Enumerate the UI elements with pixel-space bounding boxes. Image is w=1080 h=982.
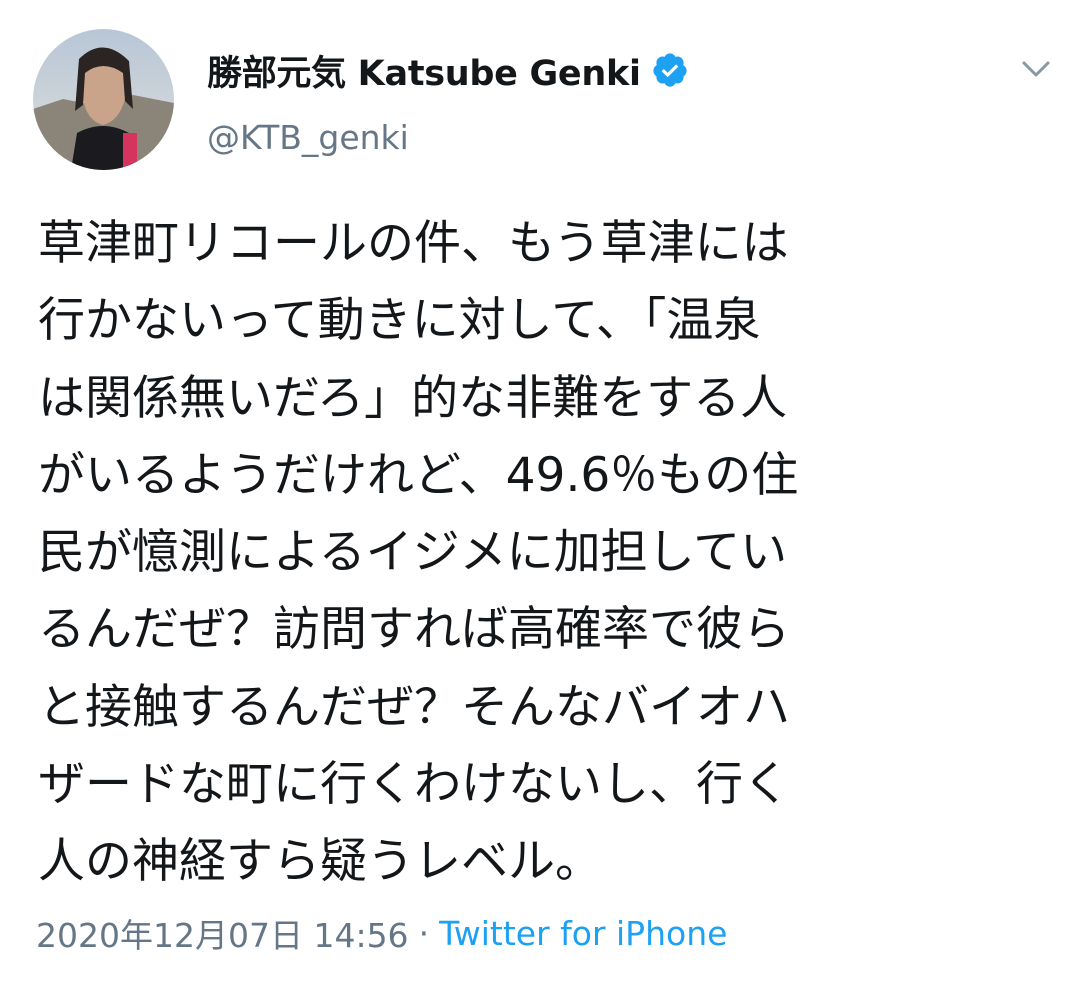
tweet-text-line: ザードな町に行くわけないし、行く (38, 757, 790, 813)
chevron-down-icon[interactable] (1019, 55, 1053, 83)
tweet-card: 勝部元気 Katsube Genki @KTB_genki 草津町リコールの件、… (0, 0, 1080, 982)
avatar-photo (33, 29, 174, 170)
meta-separator: · (418, 913, 430, 953)
tweet-text-line: がいるようだけれど、49.6％もの住 (38, 447, 799, 503)
tweet-text-line: と接触するんだぜ？そんなバイオハ (38, 679, 790, 735)
tweet-text-line: るんだぜ？訪問すれば高確率で彼ら (38, 602, 790, 658)
display-name[interactable]: 勝部元気 Katsube Genki (207, 45, 641, 96)
tweet-text-line: 民が憶測によるイジメに加担してい (38, 525, 788, 581)
author-block: 勝部元気 Katsube Genki @KTB_genki (207, 44, 689, 157)
handle[interactable]: @KTB_genki (207, 118, 689, 157)
source-link[interactable]: Twitter for iPhone (439, 914, 727, 953)
tweet-text: 草津町リコールの件、もう草津には 行かないって動きに対して、「温泉 は関係無いだ… (38, 205, 1048, 901)
tweet-text-line: 行かないって動きに対して、「温泉 (38, 293, 761, 349)
tweet-text-line: 草津町リコールの件、もう草津には (38, 216, 789, 271)
verified-badge-icon (651, 51, 689, 89)
name-row: 勝部元気 Katsube Genki (207, 44, 689, 96)
tweet-text-line: 人の神経すら疑うレベル。 (38, 834, 602, 890)
tweet-text-line: は関係無いだろ」的な非難をする人 (38, 370, 788, 426)
tweet-meta: 2020年12月07日 14:56 · Twitter for iPhone (36, 909, 727, 957)
avatar[interactable] (33, 29, 174, 170)
timestamp[interactable]: 2020年12月07日 14:56 (36, 909, 409, 957)
